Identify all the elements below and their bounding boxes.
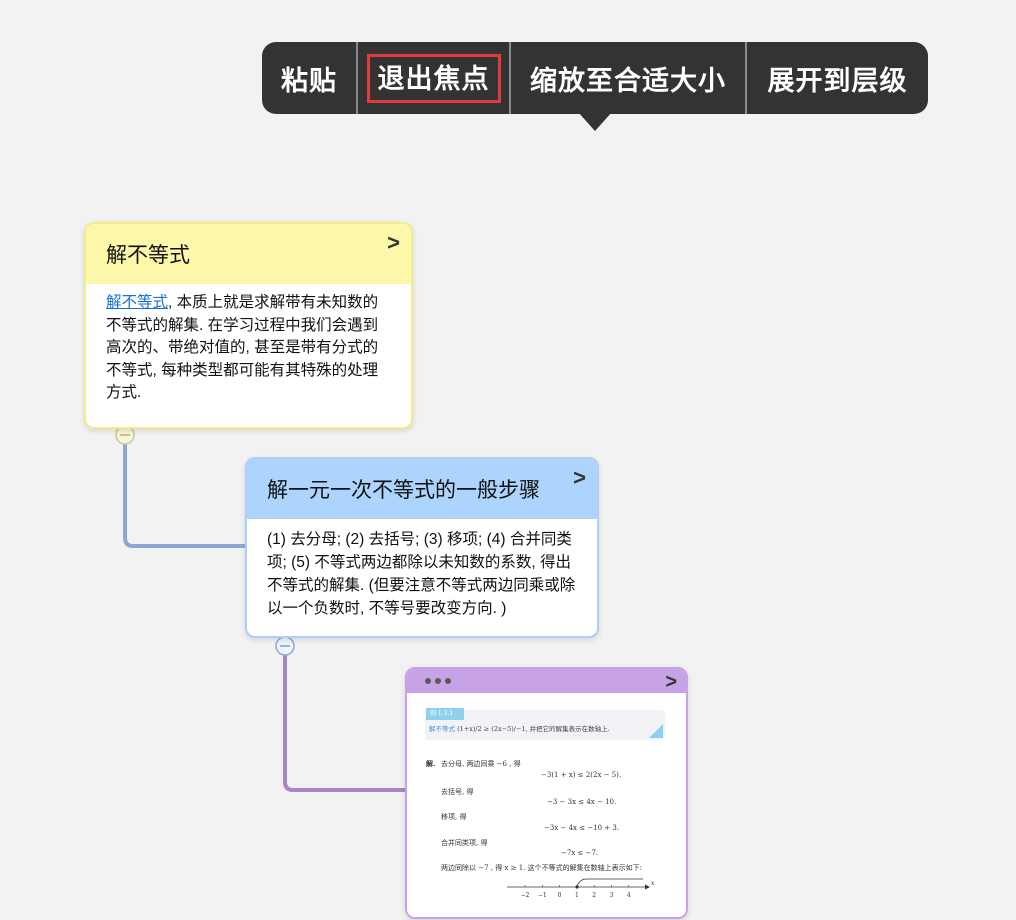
node-header: 解一元一次不等式的一般步骤 > [247, 459, 597, 519]
connector-line [123, 443, 247, 548]
connector-line [283, 653, 407, 792]
solution-equation: −3(1 + x) ≤ 2(2x − 5). [541, 771, 622, 779]
axis-tick-label: 0 [558, 892, 562, 899]
mindmap-node-solve-inequality[interactable]: 解不等式 > 解不等式, 本质上就是求解带有未知数的不等式的解集. 在学习过程中… [84, 222, 413, 429]
solution-step: 两边同除以 −7 , 得 x ≥ 1. 这个不等式的解集在数轴上表示如下: [441, 864, 642, 872]
node-title: 解一元一次不等式的一般步骤 [267, 479, 540, 502]
solution-equation: −3 − 3x ≤ 4x − 10. [547, 798, 617, 806]
example-prompt-expr: (1+x)/2 ≥ (2x−5)/−1 [457, 725, 526, 733]
solution-step: 移项, 得 [441, 813, 467, 821]
mindmap-canvas[interactable]: 粘贴 退出焦点 缩放至合适大小 展开到层级 解不等式 > 解不等式, 本质上就是… [0, 0, 1016, 920]
collapse-toggle-icon[interactable] [275, 636, 295, 656]
example-prompt: 解不等式 (1+x)/2 ≥ (2x−5)/−1, 并把它的解集表示在数轴上. [429, 723, 610, 733]
axis-tick-label: 3 [610, 892, 614, 899]
solution-equation: −3x − 4x ≤ −10 + 3. [544, 824, 620, 832]
node-body: (1) 去分母; (2) 去括号; (3) 移项; (4) 合并同类项; (5)… [267, 531, 576, 617]
mindmap-node-example-image[interactable]: > 例 1.3.1 解不等式 (1+x)/2 ≥ (2x−5)/−1, 并把它的… [405, 667, 688, 919]
solution-equation: −7x ≤ −7. [561, 849, 599, 857]
node-header: 解不等式 > [86, 224, 411, 284]
node-body: 解不等式, 本质上就是求解带有未知数的不等式的解集. 在学习过程中我们会遇到高次… [86, 284, 411, 405]
axis-ticks: −2 −1 0 1 2 3 4 x [521, 880, 655, 899]
example-prompt-link: 解不等式 [429, 725, 455, 733]
solution-step: 去分母, 两边同乘 −6 , 得 [441, 760, 521, 768]
axis-tick-label: 2 [592, 892, 596, 899]
solution-step: 合并同类项, 得 [441, 839, 488, 847]
term-link[interactable]: 解不等式 [106, 294, 168, 311]
more-dots-icon[interactable] [425, 678, 451, 684]
example-corner [649, 724, 663, 738]
example-prompt-rest: , 并把它的解集表示在数轴上. [525, 725, 610, 733]
mindmap-node-general-steps[interactable]: 解一元一次不等式的一般步骤 > (1) 去分母; (2) 去括号; (3) 移项… [245, 457, 599, 638]
example-image: 例 1.3.1 解不等式 (1+x)/2 ≥ (2x−5)/−1, 并把它的解集… [407, 693, 686, 917]
solution-label: 解. [426, 759, 436, 768]
node-header: > [407, 669, 686, 693]
axis-tick-label: 4 [627, 892, 631, 899]
axis-variable-label: x [651, 880, 655, 887]
number-line: −2 −1 0 1 2 3 4 x [507, 878, 655, 899]
node-title: 解不等式 [106, 244, 190, 267]
chevron-right-icon[interactable]: > [573, 467, 586, 489]
chevron-right-icon[interactable]: > [387, 232, 400, 254]
axis-tick-label: −1 [538, 892, 547, 899]
solution-step: 去括号, 得 [441, 788, 474, 796]
axis-tick-label: −2 [521, 892, 530, 899]
example-tag: 例 1.3.1 [426, 708, 464, 720]
chevron-right-icon[interactable]: > [665, 672, 677, 692]
axis-tick-label: 1 [575, 892, 579, 899]
